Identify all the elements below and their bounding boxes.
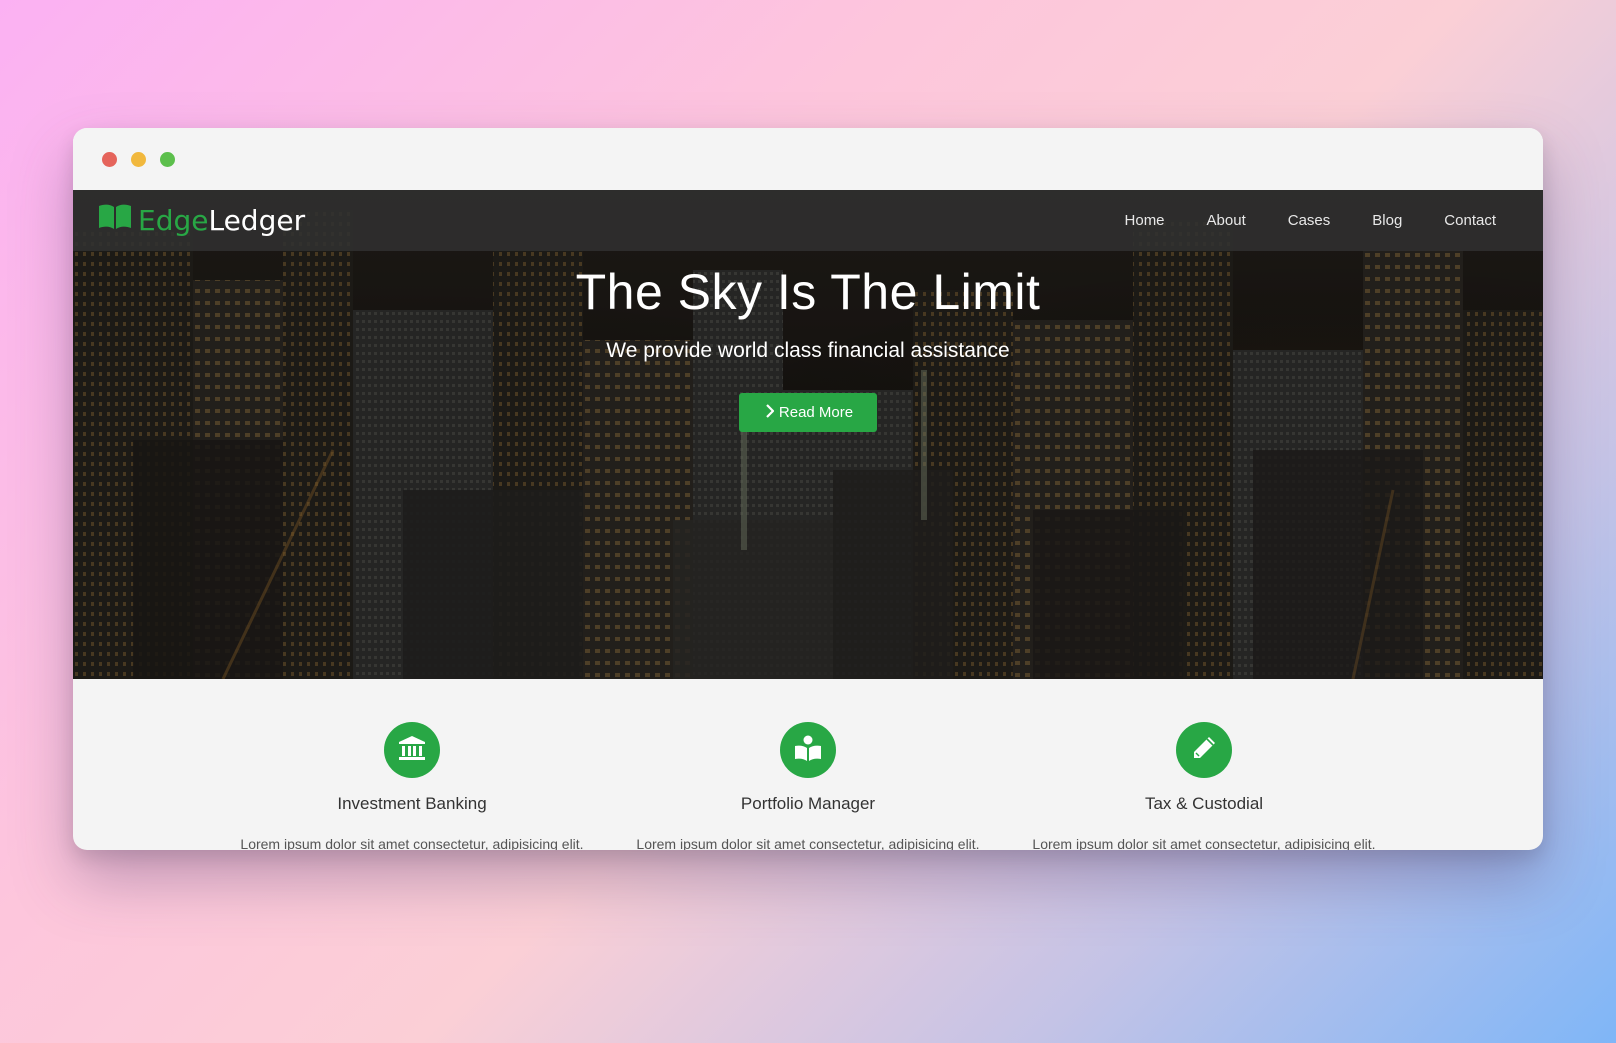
nav-item-cases[interactable]: Cases xyxy=(1267,204,1352,237)
brand-name-edge: Edge xyxy=(138,204,209,237)
read-more-label: Read More xyxy=(778,404,854,421)
read-more-button[interactable]: Read More xyxy=(738,393,878,432)
hero-content: The Sky Is The Limit We provide world cl… xyxy=(73,251,1543,432)
maximize-window-button[interactable] xyxy=(160,151,175,167)
close-window-button[interactable] xyxy=(102,151,117,167)
minimize-window-button[interactable] xyxy=(131,151,146,167)
hero-subtitle: We provide world class financial assista… xyxy=(606,339,1010,362)
feature-title: Investment Banking xyxy=(337,794,487,813)
feature-icon-circle xyxy=(384,722,440,778)
book-reader-icon xyxy=(793,733,823,767)
feature-text: Lorem ipsum dolor sit amet consectetur, … xyxy=(240,836,584,850)
feature-text: Lorem ipsum dolor sit amet consectetur, … xyxy=(636,836,980,850)
hero-title: The Sky Is The Limit xyxy=(575,264,1041,320)
nav-item-about[interactable]: About xyxy=(1186,204,1267,237)
feature-investment-banking: Investment Banking Lorem ipsum dolor sit… xyxy=(214,722,610,850)
nav-item-blog[interactable]: Blog xyxy=(1351,204,1423,237)
feature-tax-custodial: Tax & Custodial Lorem ipsum dolor sit am… xyxy=(1006,722,1402,850)
browser-window: EdgeLedger Home About Cases Blog Contact… xyxy=(73,128,1543,850)
main-nav: Home About Cases Blog Contact xyxy=(1104,204,1518,237)
brand-name-ledger: Ledger xyxy=(208,204,306,237)
bank-icon xyxy=(397,733,427,767)
window-titlebar xyxy=(73,128,1543,190)
features-section: Investment Banking Lorem ipsum dolor sit… xyxy=(73,679,1543,850)
feature-icon-circle xyxy=(780,722,836,778)
feature-title: Tax & Custodial xyxy=(1144,794,1264,813)
navbar: EdgeLedger Home About Cases Blog Contact xyxy=(73,190,1543,251)
nav-item-home[interactable]: Home xyxy=(1104,204,1186,237)
chevron-right-icon xyxy=(765,403,775,422)
feature-title: Portfolio Manager xyxy=(740,794,876,813)
hero-section: EdgeLedger Home About Cases Blog Contact… xyxy=(73,190,1543,679)
book-open-icon xyxy=(98,204,132,237)
pencil-icon xyxy=(1189,733,1219,767)
feature-text: Lorem ipsum dolor sit amet consectetur, … xyxy=(1032,836,1376,850)
feature-portfolio-manager: Portfolio Manager Lorem ipsum dolor sit … xyxy=(610,722,1006,850)
nav-item-contact[interactable]: Contact xyxy=(1423,204,1518,237)
brand-logo[interactable]: EdgeLedger xyxy=(98,204,305,237)
feature-icon-circle xyxy=(1176,722,1232,778)
